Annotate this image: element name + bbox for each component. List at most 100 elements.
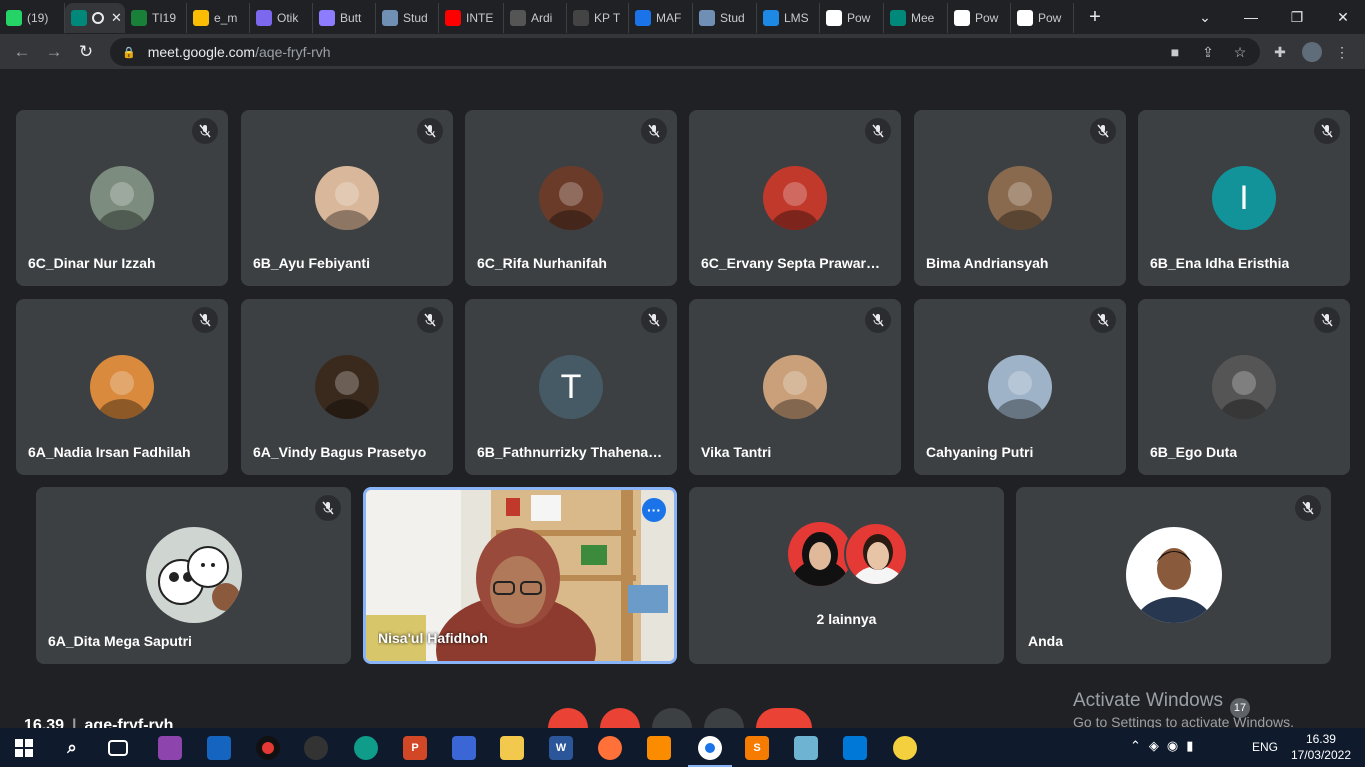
- new-tab-icon[interactable]: +: [1080, 6, 1110, 29]
- close-window-icon[interactable]: ✕: [1320, 0, 1365, 34]
- mic-off-icon: [192, 307, 218, 333]
- browser-tab[interactable]: Butt: [313, 3, 376, 33]
- participant-avatar: I: [1212, 166, 1276, 230]
- participant-tile[interactable]: I 6B_Ena Idha Eristhia: [1138, 110, 1350, 286]
- browser-tab[interactable]: e_m: [187, 3, 250, 33]
- menu-icon[interactable]: ⋮: [1330, 40, 1354, 64]
- presenter-video-tile[interactable]: ··· Nisa'ul Hafidhoh: [363, 487, 677, 664]
- app-icon[interactable]: [794, 736, 818, 760]
- participant-tile[interactable]: 6C_Dinar Nur Izzah: [16, 110, 228, 286]
- participant-name: 6B_Ego Duta: [1150, 444, 1238, 460]
- file-explorer-icon[interactable]: [500, 736, 524, 760]
- browser-tab[interactable]: ✕: [65, 3, 125, 33]
- participant-tile[interactable]: Cahyaning Putri: [914, 299, 1126, 475]
- browser-tab[interactable]: Ardi: [504, 3, 567, 33]
- participant-tile[interactable]: 6C_Ervany Septa Prawara ...: [689, 110, 901, 286]
- tab-label: Pow: [847, 11, 871, 25]
- participant-avatar: [145, 527, 242, 623]
- participant-tile[interactable]: T 6B_Fathnurrizky Thahenar ...: [465, 299, 677, 475]
- browser-tab[interactable]: Pow: [948, 3, 1011, 33]
- participant-tile[interactable]: 6B_Ego Duta: [1138, 299, 1350, 475]
- tab-search-icon[interactable]: ⌄: [1182, 0, 1228, 34]
- browser-tab[interactable]: Mee: [884, 3, 948, 33]
- maf-icon: [635, 10, 651, 26]
- participant-tile[interactable]: 6B_Ayu Febiyanti: [241, 110, 453, 286]
- participant-avatar: [315, 166, 379, 230]
- share-icon[interactable]: ⇪: [1196, 40, 1220, 64]
- back-icon[interactable]: ←: [10, 40, 34, 64]
- firefox-icon[interactable]: [598, 736, 622, 760]
- study-icon: [382, 10, 398, 26]
- browser-tab[interactable]: Pow: [1011, 3, 1074, 33]
- participant-avatar: [988, 166, 1052, 230]
- bookmark-star-icon[interactable]: ☆: [1228, 40, 1252, 64]
- maximize-icon[interactable]: ❐: [1274, 0, 1320, 34]
- reload-icon[interactable]: ↻: [74, 40, 98, 64]
- windows-start-icon[interactable]: [12, 736, 36, 760]
- self-tile[interactable]: Anda: [1016, 487, 1331, 664]
- tab-label: Mee: [911, 11, 935, 25]
- minimize-icon[interactable]: —: [1228, 0, 1274, 34]
- participant-tile[interactable]: Bima Andriansyah: [914, 110, 1126, 286]
- more-options-icon[interactable]: ···: [642, 498, 666, 522]
- xampp-icon[interactable]: [647, 736, 671, 760]
- url-host: meet.google.com: [147, 44, 256, 60]
- participant-tile[interactable]: 6A_Nadia Irsan Fadhilah: [16, 299, 228, 475]
- browser-tab[interactable]: Pow: [820, 3, 884, 33]
- browser-tab[interactable]: INTE: [439, 3, 504, 33]
- powerpoint-icon[interactable]: P: [403, 736, 427, 760]
- mic-off-icon: [641, 118, 667, 144]
- mic-off-icon: [1090, 118, 1116, 144]
- forward-icon[interactable]: →: [42, 40, 66, 64]
- other-participants-tile[interactable]: 2 lainnya: [689, 487, 1004, 664]
- tab-label: Ardi: [531, 11, 553, 25]
- mic-off-icon: [417, 307, 443, 333]
- participant-tile[interactable]: 6C_Rifa Nurhanifah: [465, 110, 677, 286]
- browser-tab[interactable]: MAF: [629, 3, 693, 33]
- participant-tile[interactable]: 6A_Dita Mega Saputri: [36, 487, 351, 664]
- activate-windows-watermark: Activate Windows Go to Settings to activ…: [1073, 690, 1294, 730]
- system-tray-icons[interactable]: ⌃◈◉▮: [1130, 738, 1201, 754]
- participant-name: 6A_Vindy Bagus Prasetyo: [253, 444, 427, 460]
- browser-tab[interactable]: LMS: [757, 3, 820, 33]
- participant-name: 6B_Fathnurrizky Thahenar ...: [477, 444, 664, 460]
- edge-icon[interactable]: [354, 736, 378, 760]
- lock-icon: 🔒: [122, 46, 136, 59]
- participant-tile[interactable]: Vika Tantri: [689, 299, 901, 475]
- task-view-icon[interactable]: [108, 740, 128, 756]
- drive-icon: [193, 10, 209, 26]
- heart-icon: [319, 10, 335, 26]
- vscode-icon[interactable]: [843, 736, 867, 760]
- obs-icon[interactable]: [304, 736, 328, 760]
- word-icon[interactable]: W: [549, 736, 573, 760]
- feather-app-icon[interactable]: [158, 736, 182, 760]
- browser-tab[interactable]: KP T: [567, 3, 629, 33]
- language-indicator[interactable]: ENG: [1252, 740, 1278, 754]
- taskbar-clock[interactable]: 16.39 17/03/2022: [1291, 731, 1351, 763]
- browser-tab[interactable]: Stud: [376, 3, 439, 33]
- tab-label: INTE: [466, 11, 494, 25]
- draw-app-icon[interactable]: [207, 736, 231, 760]
- close-tab-icon[interactable]: ✕: [111, 10, 122, 26]
- browser-tab[interactable]: TI19: [125, 3, 187, 33]
- extensions-icon[interactable]: ✚: [1268, 40, 1292, 64]
- profile-avatar[interactable]: [1300, 40, 1324, 64]
- address-bar[interactable]: 🔒 meet.google.com/aqe-fryf-rvh: [110, 38, 1260, 66]
- sublime-icon[interactable]: S: [745, 736, 769, 760]
- chrome-icon[interactable]: [698, 736, 722, 760]
- participant-tile[interactable]: 6A_Vindy Bagus Prasetyo: [241, 299, 453, 475]
- search-icon[interactable]: ⌕: [60, 736, 84, 760]
- participant-name: Vika Tantri: [701, 444, 772, 460]
- browser-tab[interactable]: (19): [0, 3, 65, 33]
- app-icon[interactable]: [893, 736, 917, 760]
- tab-label: Stud: [403, 11, 428, 25]
- participant-avatar: T: [539, 355, 603, 419]
- mic-off-icon: [1295, 495, 1321, 521]
- participant-avatar: [90, 355, 154, 419]
- browser-tab[interactable]: Otik: [250, 3, 313, 33]
- browser-tab[interactable]: Stud: [693, 3, 757, 33]
- taskbar-time: 16.39: [1305, 732, 1336, 746]
- record-app-icon[interactable]: [256, 736, 280, 760]
- app-icon[interactable]: [452, 736, 476, 760]
- camera-icon[interactable]: ■: [1163, 40, 1187, 64]
